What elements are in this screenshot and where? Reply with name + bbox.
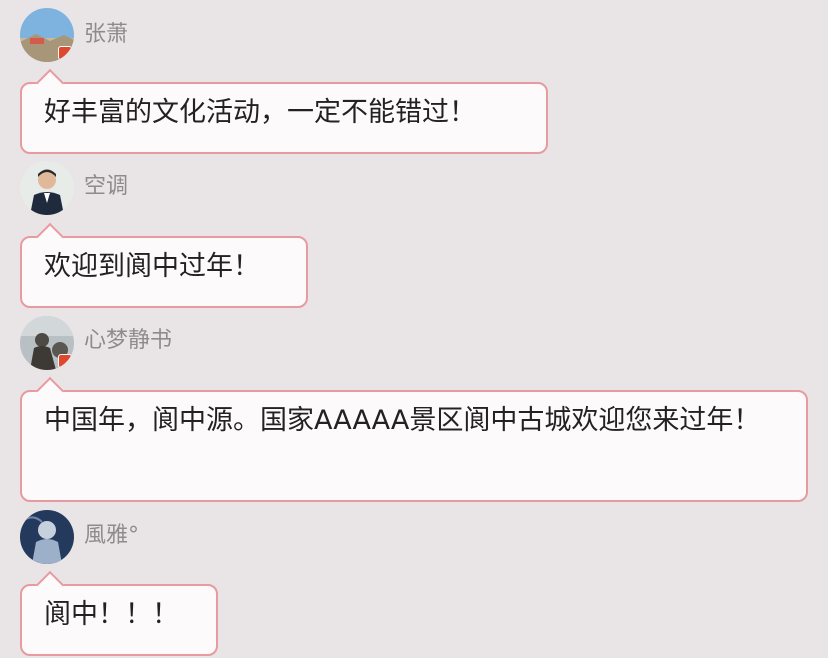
- username[interactable]: 風雅°: [84, 521, 139, 551]
- avatar[interactable]: [20, 161, 74, 215]
- message-bubble[interactable]: 欢迎到阆中过年！: [20, 236, 308, 308]
- message-bubble[interactable]: 中国年，阆中源。国家AAAAA景区阆中古城欢迎您来过年！: [20, 390, 808, 502]
- avatar[interactable]: [20, 8, 74, 62]
- painting-avatar-icon: [20, 510, 74, 564]
- badge-icon: [58, 354, 72, 368]
- username[interactable]: 空调: [84, 172, 128, 202]
- badge-icon: [58, 46, 72, 60]
- avatar[interactable]: [20, 316, 74, 370]
- username[interactable]: 心梦静书: [84, 326, 172, 356]
- username[interactable]: 张萧: [84, 20, 128, 50]
- avatar[interactable]: [20, 510, 74, 564]
- message-bubble[interactable]: 阆中！！！: [20, 584, 218, 656]
- message-bubble[interactable]: 好丰富的文化活动，一定不能错过！: [20, 82, 548, 154]
- person-suit-avatar-icon: [20, 161, 74, 215]
